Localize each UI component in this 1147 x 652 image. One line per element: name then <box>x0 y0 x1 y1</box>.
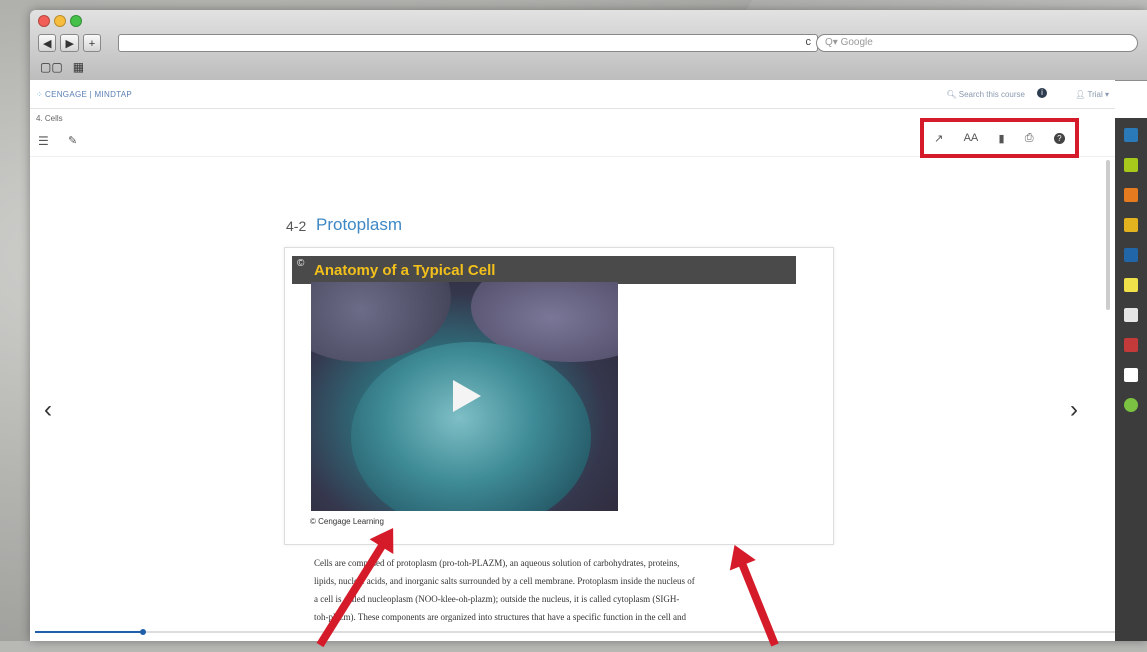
rss-icon[interactable] <box>1124 188 1138 202</box>
close-window-button[interactable] <box>38 15 50 27</box>
media-card: © Anatomy of a Typical Cell © Cengage Le… <box>284 247 834 545</box>
forward-button[interactable]: ▶ <box>60 34 79 52</box>
sticky-note-icon[interactable] <box>1124 278 1138 292</box>
notes-pencil-icon[interactable]: ✎ <box>68 134 77 147</box>
body-line: Cells are composed of protoplasm (pro-to… <box>314 558 680 568</box>
help-icon[interactable]: ? <box>1053 132 1065 144</box>
search-course-label: Search this course <box>958 90 1025 99</box>
table-of-contents-icon[interactable]: ☰ <box>38 134 49 148</box>
video-player[interactable] <box>311 282 618 511</box>
progress-fill <box>35 631 143 633</box>
back-button[interactable]: ◀ <box>38 34 57 52</box>
section-title: Protoplasm <box>316 215 402 234</box>
breadcrumb[interactable]: 4. Cells <box>36 114 63 123</box>
previous-page-button[interactable]: ‹ <box>44 396 52 424</box>
browser-window: ◀ ▶ + c Q▾ Google ▢▢ ▦ ⁘ CENGAGE | MINDTA… <box>30 10 1147 641</box>
bookmarks-icon[interactable]: ▢▢ <box>40 60 63 74</box>
reading-progress-bar[interactable] <box>35 629 1115 635</box>
video-frame-cell <box>351 342 591 511</box>
circle-app-icon[interactable] <box>1124 398 1138 412</box>
minimize-window-button[interactable] <box>54 15 66 27</box>
brand-name: CENGAGE | MINDTAP <box>45 90 133 99</box>
browser-toolbar: ◀ ▶ + c Q▾ Google ▢▢ ▦ <box>30 10 1147 81</box>
app-header: ⁘ CENGAGE | MINDTAP 🔍︎ Search this course… <box>30 80 1115 109</box>
book-icon[interactable] <box>1124 128 1138 142</box>
section-number: 4-2 <box>286 218 307 234</box>
calendar-icon[interactable] <box>1124 338 1138 352</box>
reload-icon[interactable]: c <box>806 36 812 48</box>
google-search-field[interactable]: Q▾ Google <box>816 34 1138 52</box>
next-page-button[interactable]: › <box>1070 396 1078 424</box>
text-size-icon[interactable]: AA <box>964 132 979 144</box>
address-bar[interactable]: c <box>118 34 818 52</box>
search-icon: 🔍︎ <box>946 90 959 99</box>
share-icon[interactable] <box>1124 308 1138 322</box>
user-label: Trial ▾ <box>1087 90 1110 99</box>
play-icon[interactable] <box>453 380 481 412</box>
share-icon[interactable]: ↗ <box>934 132 943 145</box>
image-credit: © Cengage Learning <box>310 517 384 526</box>
notebook-icon[interactable] <box>1124 248 1138 262</box>
info-icon[interactable]: i <box>1037 88 1047 98</box>
window-controls <box>38 15 82 27</box>
new-tab-button[interactable]: + <box>82 34 101 52</box>
print-icon[interactable]: ⎙ <box>1025 132 1034 145</box>
user-menu[interactable]: 👤︎ Trial ▾ <box>1075 90 1109 99</box>
app-dock <box>1115 118 1147 641</box>
bookmarks-bar: ▢▢ ▦ <box>40 60 84 74</box>
progress-handle[interactable] <box>140 629 146 635</box>
media-card-header: © Anatomy of a Typical Cell <box>292 256 796 284</box>
reader-tools-highlight: ↗ AA ▮ ⎙ ? <box>920 118 1079 158</box>
zoom-window-button[interactable] <box>70 15 82 27</box>
bookmark-icon[interactable]: ▮ <box>998 132 1004 145</box>
media-icon: © <box>297 258 305 269</box>
nav-buttons: ◀ ▶ + <box>38 34 101 52</box>
flashcard-icon[interactable] <box>1124 218 1138 232</box>
cengage-logo-icon: ⁘ <box>36 90 44 99</box>
search-course-link[interactable]: 🔍︎ Search this course <box>946 90 1025 99</box>
highlighter-icon[interactable] <box>1124 158 1138 172</box>
user-icon: 👤︎ <box>1075 90 1088 99</box>
brand-logo[interactable]: ⁘ CENGAGE | MINDTAP <box>36 90 132 99</box>
media-card-title: Anatomy of a Typical Cell <box>314 262 496 279</box>
scrollbar[interactable] <box>1106 160 1110 310</box>
chat-icon[interactable] <box>1124 368 1138 382</box>
top-sites-icon[interactable]: ▦ <box>73 60 84 74</box>
